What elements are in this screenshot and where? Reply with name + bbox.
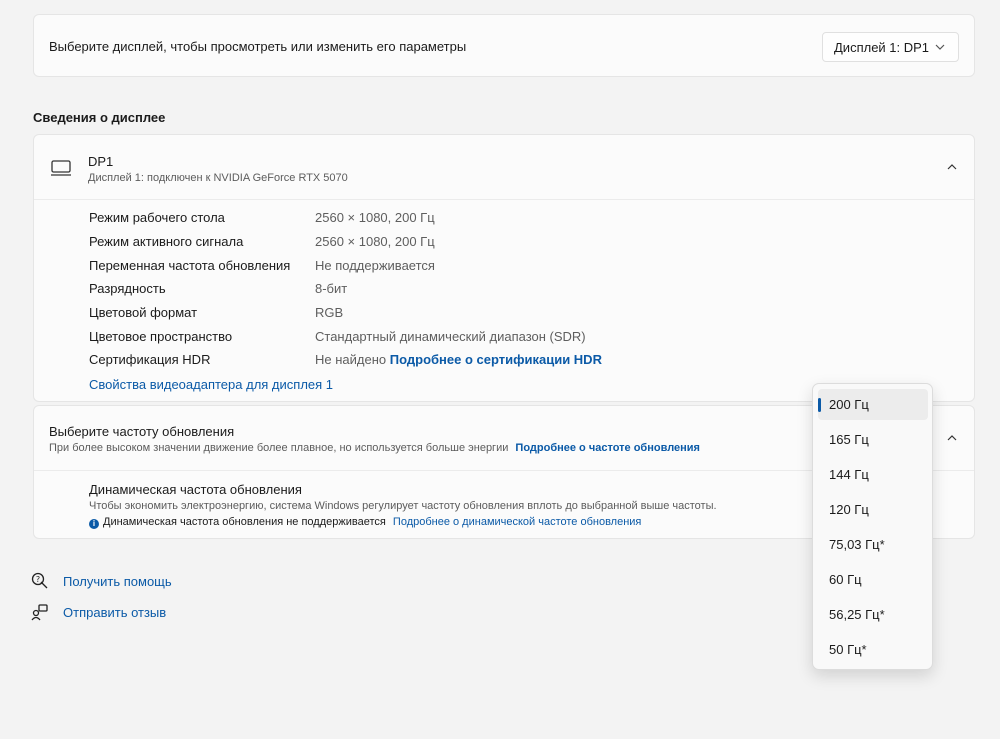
info-icon: i bbox=[89, 519, 99, 529]
display-info-card: DP1 Дисплей 1: подключен к NVIDIA GeForc… bbox=[33, 134, 975, 402]
display-subtitle: Дисплей 1: подключен к NVIDIA GeForce RT… bbox=[88, 172, 348, 184]
refresh-rate-dropdown-menu: 200 Гц 165 Гц 144 Гц 120 Гц 75,03 Гц* 60… bbox=[812, 383, 933, 670]
property-value: Не поддерживается bbox=[315, 258, 435, 273]
feedback-icon bbox=[31, 604, 48, 621]
send-feedback-label: Отправить отзыв bbox=[63, 605, 167, 620]
display-dropdown[interactable]: Дисплей 1: DP1 bbox=[822, 32, 959, 62]
property-value: 2560 × 1080, 200 Гц bbox=[315, 210, 435, 225]
property-label: Цветовой формат bbox=[89, 305, 198, 320]
property-value: Стандартный динамический диапазон (SDR) bbox=[315, 329, 586, 344]
chevron-down-icon bbox=[935, 44, 945, 50]
property-value: RGB bbox=[315, 305, 344, 320]
display-info-header[interactable]: DP1 Дисплей 1: подключен к NVIDIA GeForc… bbox=[34, 135, 974, 200]
property-label: Режим рабочего стола bbox=[89, 210, 225, 225]
property-value: 8-бит bbox=[315, 281, 348, 296]
help-icon: ? bbox=[31, 572, 48, 589]
refresh-rate-title: Выберите частоту обновления bbox=[49, 424, 235, 439]
property-label: Цветовое пространство bbox=[89, 329, 233, 344]
property-label: Разрядность bbox=[89, 281, 166, 296]
refresh-option[interactable]: 165 Гц bbox=[818, 424, 928, 455]
chevron-up-icon[interactable] bbox=[946, 161, 958, 173]
refresh-rate-link[interactable]: Подробнее о частоте обновления bbox=[515, 442, 700, 454]
display-select-card: Выберите дисплей, чтобы просмотреть или … bbox=[33, 14, 975, 77]
property-label: Режим активного сигнала bbox=[89, 234, 244, 249]
refresh-option[interactable]: 75,03 Гц* bbox=[818, 529, 928, 560]
display-select-label: Выберите дисплей, чтобы просмотреть или … bbox=[49, 39, 467, 54]
dynamic-refresh-note: Динамическая частота обновления не подде… bbox=[103, 516, 386, 528]
display-dropdown-value: Дисплей 1: DP1 bbox=[834, 40, 930, 55]
refresh-option[interactable]: 56,25 Гц* bbox=[818, 599, 928, 630]
property-label: Сертификация HDR bbox=[89, 352, 211, 367]
refresh-option[interactable]: 144 Гц bbox=[818, 459, 928, 490]
property-value: Не найдено bbox=[315, 352, 387, 367]
adapter-properties-link[interactable]: Свойства видеоадаптера для дисплея 1 bbox=[89, 377, 333, 392]
dynamic-refresh-description: Чтобы экономить электроэнергию, система … bbox=[89, 500, 717, 512]
dynamic-refresh-title: Динамическая частота обновления bbox=[89, 482, 302, 497]
property-value: 2560 × 1080, 200 Гц bbox=[315, 234, 435, 249]
refresh-rate-description: При более высоком значении движение боле… bbox=[49, 442, 509, 454]
svg-text:?: ? bbox=[36, 575, 40, 584]
refresh-option[interactable]: 50 Гц* bbox=[818, 634, 928, 665]
chevron-up-icon[interactable] bbox=[946, 432, 958, 444]
dynamic-refresh-link[interactable]: Подробнее о динамической частоте обновле… bbox=[393, 516, 641, 528]
get-help-label: Получить помощь bbox=[63, 574, 172, 589]
hdr-certification-link[interactable]: Подробнее о сертификации HDR bbox=[390, 352, 602, 367]
section-title: Сведения о дисплее bbox=[33, 110, 166, 125]
refresh-option[interactable]: 60 Гц bbox=[818, 564, 928, 595]
refresh-option[interactable]: 200 Гц bbox=[818, 389, 928, 420]
property-label: Переменная частота обновления bbox=[89, 258, 291, 273]
display-name: DP1 bbox=[88, 154, 114, 169]
monitor-icon bbox=[51, 160, 71, 176]
refresh-option[interactable]: 120 Гц bbox=[818, 494, 928, 525]
